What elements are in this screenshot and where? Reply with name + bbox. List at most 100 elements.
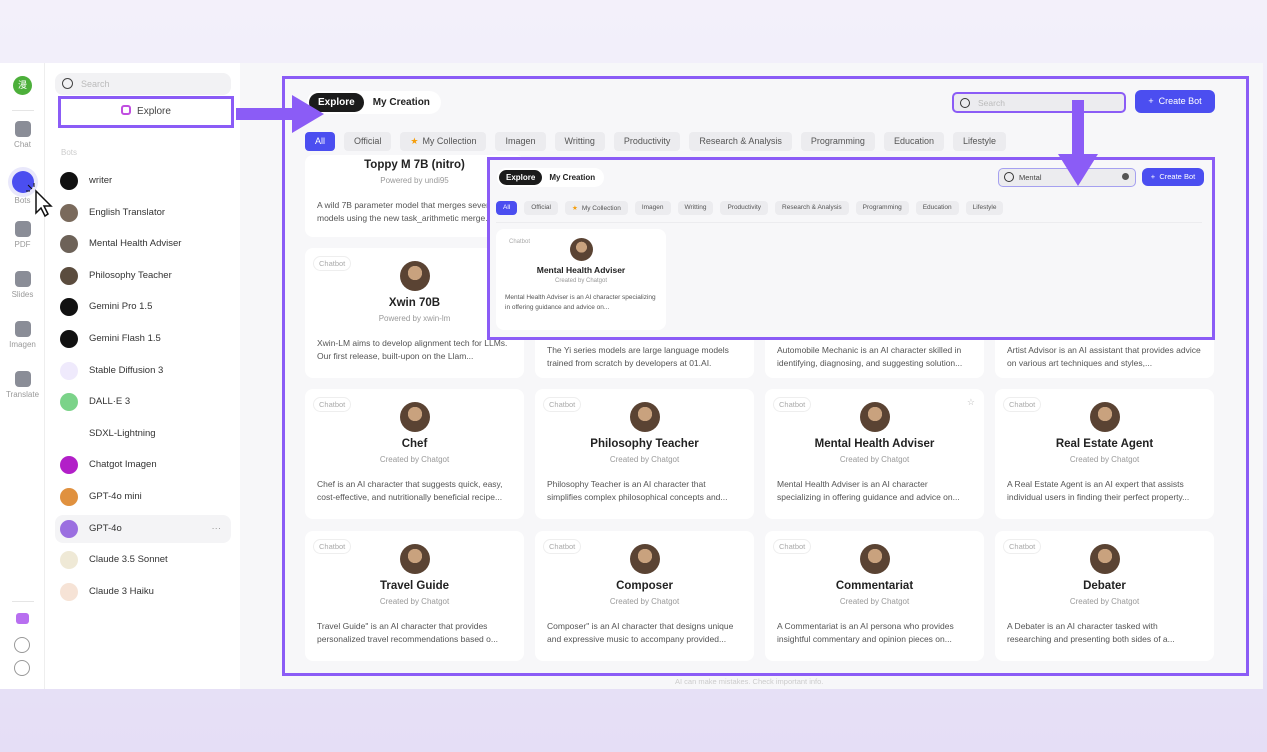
filter-research-analysis[interactable]: Research & Analysis: [775, 201, 849, 215]
chatbot-tag: Chatbot: [543, 397, 582, 412]
filter-my-collection[interactable]: ★ My Collection: [564, 201, 628, 215]
chatbot-tag: Chatbot: [773, 397, 812, 412]
sidebar-bot-item[interactable]: Stable Diffusion 3: [55, 357, 231, 385]
filter-education[interactable]: Education: [915, 201, 959, 215]
filter-lifestyle[interactable]: Lifestyle: [965, 201, 1004, 215]
bot-avatar: [60, 488, 78, 506]
divider: [12, 601, 34, 602]
clear-icon[interactable]: [1122, 173, 1129, 180]
rail-item-chat[interactable]: Chat: [0, 121, 45, 149]
filter-chips: All Official ★ My Collection Imagen Writting P…: [305, 132, 1007, 151]
rail-item-slides[interactable]: Slides: [0, 271, 45, 299]
filter-productivity[interactable]: Productivity: [720, 201, 769, 215]
sidebar-bot-item[interactable]: Claude 3.5 Sonnet: [55, 546, 231, 574]
slides-icon: [14, 271, 31, 287]
filter-all[interactable]: All: [496, 201, 518, 215]
rail-item-pdf[interactable]: PDF: [0, 221, 45, 249]
bot-card[interactable]: Chatbot Debater Created by Chatgot A Debate…: [995, 531, 1214, 661]
rail-item-translate[interactable]: Translate: [0, 371, 45, 399]
tab-my-creation[interactable]: My Creation: [542, 170, 602, 185]
card-title: Composer: [616, 580, 673, 592]
card-title: Chef: [401, 438, 428, 450]
filter-programming[interactable]: Programming: [855, 201, 909, 215]
bot-avatar: [60, 330, 78, 348]
sidebar-bot-item[interactable]: Gemini Pro 1.5: [55, 293, 231, 321]
filter-writting[interactable]: Writting: [554, 132, 605, 151]
card-description: Automobile Mechanic is an AI character s…: [777, 345, 963, 368]
cube-icon[interactable]: [14, 637, 30, 653]
card-title: Philosophy Teacher: [590, 438, 699, 450]
card-description: Philosophy Teacher is an AI character th…: [547, 479, 728, 502]
chatbot-tag: Chatbot: [509, 239, 531, 245]
bot-avatar: [859, 544, 890, 574]
filter-programming[interactable]: Programming: [800, 132, 875, 151]
chatbot-tag: Chatbot: [313, 397, 352, 412]
bot-card[interactable]: Chatbot Travel Guide Created by Chatgot Tra…: [305, 531, 524, 661]
chatbot-tag: Chatbot: [313, 256, 352, 271]
filter-productivity[interactable]: Productivity: [613, 132, 681, 151]
chat-icon: [14, 121, 31, 137]
sidebar-bot-item[interactable]: Chatgot Imagen: [55, 451, 231, 479]
bot-card[interactable]: Chatbot ☆ Mental Health Adviser Created by …: [765, 389, 984, 519]
filter-education[interactable]: Education: [883, 132, 944, 151]
pdf-icon: [14, 221, 31, 237]
tab-explore[interactable]: Explore: [499, 170, 543, 185]
bot-avatar: [60, 424, 78, 443]
bot-card[interactable]: Chatbot Chef Created by Chatgot Chef is an …: [305, 389, 524, 519]
bot-avatar: [60, 172, 78, 190]
bot-card[interactable]: Chatbot Mental Health Adviser Created by…: [496, 229, 666, 330]
filter-official[interactable]: Official: [344, 132, 392, 151]
main-tabs: Explore My Creation: [307, 91, 441, 114]
sidebar-bot-item[interactable]: Mental Health Adviser: [55, 230, 231, 258]
create-bot-button[interactable]: + Create Bot: [1135, 90, 1215, 113]
card-title: Mental Health Adviser: [536, 265, 626, 275]
filter-imagen[interactable]: Imagen: [495, 132, 546, 151]
filter-research-analysis[interactable]: Research & Analysis: [689, 132, 792, 151]
more-icon[interactable]: ···: [212, 515, 222, 543]
cursor-icon: [26, 183, 53, 218]
rail-item-imagen[interactable]: Imagen: [0, 321, 45, 349]
bot-avatar: [60, 551, 78, 570]
explore-button[interactable]: Explore: [58, 96, 234, 128]
chatbot-tag: Chatbot: [1003, 397, 1042, 412]
chatbot-tag: Chatbot: [313, 539, 352, 554]
filter-imagen[interactable]: Imagen: [634, 201, 671, 215]
bot-card[interactable]: Chatbot Real Estate Agent Created by Chatg…: [995, 389, 1214, 519]
create-bot-button[interactable]: + Create Bot: [1142, 168, 1204, 186]
filter-lifestyle[interactable]: Lifestyle: [952, 132, 1007, 151]
filter-official[interactable]: Official: [524, 201, 558, 215]
card-description: A Debater is an AI character tasked with…: [1007, 621, 1175, 644]
user-avatar[interactable]: 漫: [13, 76, 32, 95]
sidebar-bot-item[interactable]: GPT-4o mini: [55, 483, 231, 511]
card-description: The Yi series models are large language …: [547, 345, 729, 368]
card-subtitle: Created by Chatgot: [609, 455, 680, 464]
card-description: Artist Advisor is an AI assistant that p…: [1007, 345, 1201, 368]
star-icon: ★: [571, 205, 578, 212]
card-subtitle: Created by Chatgot: [839, 597, 910, 606]
bot-card[interactable]: Chatbot Composer Created by Chatgot Compose…: [535, 531, 754, 661]
gift-icon[interactable]: [16, 613, 29, 624]
plus-icon: +: [1148, 96, 1159, 106]
sidebar-bot-item[interactable]: DALL·E 3: [55, 388, 231, 416]
filter-writting[interactable]: Writting: [677, 201, 714, 215]
sidebar-bot-item[interactable]: Philosophy Teacher: [55, 262, 231, 290]
bot-card[interactable]: Chatbot Philosophy Teacher Created by Chat…: [535, 389, 754, 519]
explore-icon: [121, 105, 132, 115]
settings-icon[interactable]: [14, 660, 30, 676]
search-icon: [960, 98, 970, 108]
tab-my-creation[interactable]: My Creation: [364, 93, 439, 112]
sidebar-bot-item[interactable]: SDXL-Lightning: [55, 420, 231, 448]
card-title: Mental Health Adviser: [814, 438, 935, 450]
sidebar-bot-item[interactable]: Claude 3 Haiku: [55, 578, 231, 606]
sidebar-search-input[interactable]: Search: [55, 73, 231, 95]
sidebar-bot-item[interactable]: writer: [55, 167, 231, 195]
sidebar-bot-item[interactable]: Gemini Flash 1.5: [55, 325, 231, 353]
bot-card[interactable]: Chatbot Commentariat Created by Chatgot A C…: [765, 531, 984, 661]
card-description: Travel Guide" is an AI character that pr…: [317, 621, 498, 644]
bot-avatar: [60, 519, 78, 538]
filter-my-collection[interactable]: ★ My Collection: [400, 132, 487, 151]
sidebar-bot-item[interactable]: GPT-4o ···: [55, 514, 231, 543]
sidebar-bot-item[interactable]: English Translator: [55, 199, 231, 227]
bot-avatar: [1089, 544, 1120, 574]
favorite-star-icon[interactable]: ☆: [967, 397, 975, 408]
